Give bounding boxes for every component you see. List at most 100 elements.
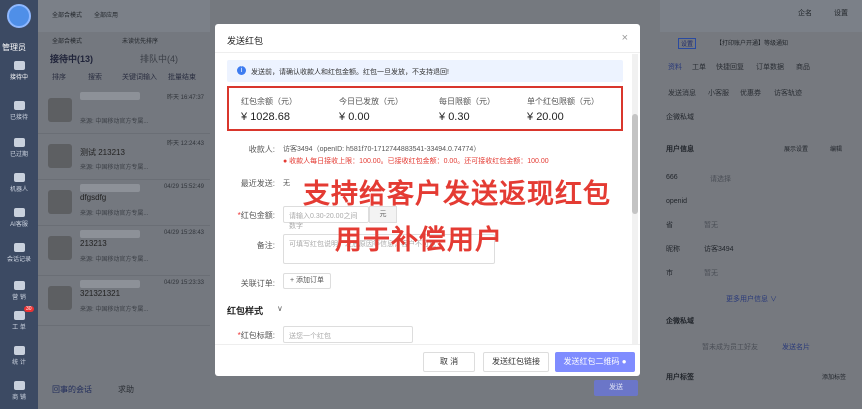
right-tab-track[interactable]: 访客轨迹 [774,88,802,98]
edit-button[interactable]: 编辑 [830,144,842,153]
tool-batch-end[interactable]: 批量结束 [168,72,196,82]
sidebar-item-ai[interactable]: AI客服 [0,205,38,235]
blurred-name [80,184,140,192]
tool-search[interactable]: 搜索 [88,72,102,82]
clock-icon [13,138,25,147]
right-tab-quick-reply[interactable]: 快捷回复 [716,62,744,72]
item-source: 来源: 中国移动官方专属... [80,211,149,217]
receiver-value: 访客3494（openID: h581f70-1712744883541-334… [283,146,481,153]
sidebar-item-shop[interactable]: 商 铺 [0,378,38,408]
item-time: 04/29 15:23:33 [163,280,204,286]
field-key: openid [666,198,688,205]
tab-queue[interactable]: 排队中(4) [140,52,178,65]
scrollbar-thumb[interactable] [632,114,638,214]
field-key: 666 [666,174,678,181]
right-tab-mini[interactable]: 小客服 [708,88,729,98]
add-order-button[interactable]: + 添加订单 [283,273,332,289]
sidebar-item-received[interactable]: 已接待 [0,98,38,128]
stat-daily-limit: 每日限额（元） ¥ 0.30 [439,96,529,123]
settings-link[interactable]: 设置 [834,8,848,18]
stat-value: ¥ 0.30 [439,111,470,123]
field-key: 市 [666,270,673,277]
filter-mode[interactable]: 全部合模式 [52,36,82,45]
item-name: 测试 213213 [80,148,125,157]
stat-label: 每日限额（元） [439,97,495,106]
sidebar-item-ticket[interactable]: 工 单 [0,308,38,338]
overlay-caption-2: 用于补偿用户 [335,225,503,255]
mode-select[interactable]: 全部合模式 [52,10,82,19]
right-tab-ticket[interactable]: 工单 [692,62,706,72]
list-item[interactable]: 测试 213213 昨天 12:24:43 来源: 中国移动官方专属... [38,134,210,180]
right-tab-send-msg[interactable]: 发送消息 [668,88,696,98]
sidebar-item-stats[interactable]: 统 计 [0,343,38,373]
item-source: 来源: 中国移动官方专属... [80,165,149,171]
style-section-title[interactable]: 红包样式 [227,304,263,317]
notice-banner: i 发送前，请确认收款人和红包金额。红包一旦发放，不支持退回! [227,60,623,82]
list-footer-status[interactable]: 求助 [118,384,134,395]
show-settings-button[interactable]: 展示设置 [784,144,808,153]
right-tab-goods[interactable]: 商品 [796,62,810,72]
stat-label: 单个红包限额（元） [527,97,599,106]
right-tab-settings[interactable]: 设置 [678,38,697,49]
right-crm: 企微私域 [666,114,694,121]
item-name: 321321321 [80,289,121,298]
right-tab-profile[interactable]: 资料 [668,62,682,72]
send-card-link[interactable]: 发送名片 [782,342,810,352]
right-tab-coupon[interactable]: 优惠券 [740,88,761,98]
chevron-down-icon[interactable]: ∨ [277,304,283,313]
list-footer-title[interactable]: 回事的会话 [52,384,92,395]
cancel-button[interactable]: 取 消 [423,352,475,372]
list-item[interactable]: 213213 04/29 15:28:43 来源: 中国移动官方专属... [38,226,210,276]
blurred-name [80,280,140,288]
send-qr-button[interactable]: 发送红包二维码 ● [555,352,635,372]
sidebar-item-robot[interactable]: 机器人 [0,170,38,200]
dialog-scrollbar[interactable] [632,54,638,344]
field-value[interactable]: 请选择 [710,174,731,184]
list-item[interactable]: 昨天 16:47:37 来源: 中国移动官方专属... [38,88,210,134]
send-link-button[interactable]: 发送红包链接 [483,352,549,372]
tab-receiving[interactable]: 接待中(13) [50,52,93,65]
tool-sort[interactable]: 排序 [52,72,66,82]
app-root: 管理员 接待中 已接待 已过期 机器人 AI客服 会话记录 营 销 工 单 30… [0,0,862,409]
app-select[interactable]: 全部应用 [94,10,118,19]
shop-icon [13,381,25,390]
sidebar-item-expired[interactable]: 已过期 [0,135,38,165]
chart-icon [13,346,25,355]
divider [215,52,640,53]
dialog-title: 发送红包 [227,36,264,46]
right-panel: 设置 【打印账户开通】等级通知 资料 工单 快捷回复 订单数据 商品 发送消息 … [660,32,862,409]
sidebar-item-marketing[interactable]: 营 销 [0,278,38,308]
field-key: 昵称 [666,246,680,253]
tool-keyword[interactable]: 关键词输入 [122,72,157,82]
ai-icon [13,208,25,217]
avatar [48,98,72,122]
account-label[interactable]: 企名 [798,8,812,18]
send-red-packet-dialog: 发送红包 × i 发送前，请确认收款人和红包金额。红包一旦发放，不支持退回! 红… [215,24,640,376]
avatar [48,236,72,260]
field-key: 省 [666,222,673,229]
right-tab-notice[interactable]: 【打印账户开通】等级通知 [716,38,788,47]
sidebar-item-history[interactable]: 会话记录 [0,240,38,270]
send-button-bg[interactable]: 发送 [594,380,638,396]
item-source: 来源: 中国移动官方专属... [80,257,149,263]
item-time: 04/29 15:52:49 [163,184,204,190]
filter-sort[interactable]: 未读优先排序 [122,36,158,45]
list-item[interactable]: 321321321 04/29 15:23:33 来源: 中国移动官方专属... [38,276,210,326]
avatar [48,286,72,310]
item-time: 昨天 16:47:37 [166,95,204,101]
avatar [48,144,72,168]
more-user-info-link[interactable]: 更多用户信息 ∨ [726,294,777,304]
list-item[interactable]: dfgsdfg 04/29 15:52:49 来源: 中国移动官方专属... [38,180,210,226]
add-tag-button[interactable]: 添加标签 [822,372,846,381]
right-tab-orders[interactable]: 订单数据 [756,62,784,72]
close-icon[interactable]: × [622,32,628,44]
info-icon: i [237,66,246,75]
recent-label: 最近发送: [240,179,275,188]
stat-value: ¥ 0.00 [339,111,370,123]
field-value: 暂无 [704,222,718,229]
field-value: 暂无 [704,270,718,277]
packet-title-input[interactable]: 送您一个红包 [283,326,413,343]
sidebar-item-receiving[interactable]: 接待中 [0,58,38,88]
overlay-caption-1: 支持给客户发送返现红包 [303,179,611,209]
order-label: 关联订单: [240,279,275,288]
